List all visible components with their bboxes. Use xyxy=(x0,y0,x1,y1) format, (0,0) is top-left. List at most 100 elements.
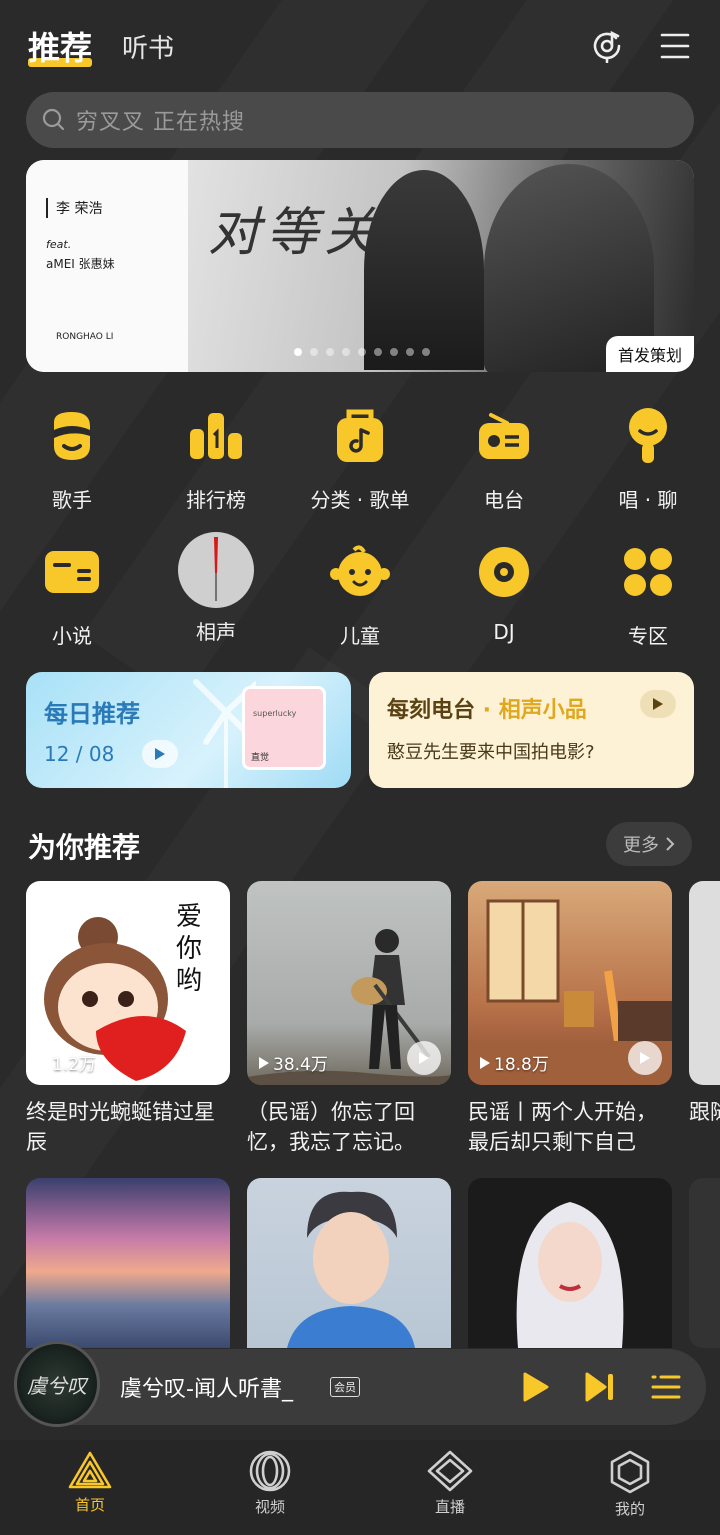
banner-dot[interactable] xyxy=(406,348,414,356)
daily-cover-tag: 直觉 xyxy=(251,753,270,763)
playlist-cover: 爱你哟 1.2万 xyxy=(26,881,230,1085)
grid-label: 电台 xyxy=(484,488,524,512)
grid-item-singer[interactable]: 歌手 xyxy=(0,396,144,532)
playlist-card[interactable]: 跟随了方 xyxy=(689,881,720,1157)
daily-title: 每日推荐 xyxy=(44,700,140,728)
banner-dot[interactable] xyxy=(374,348,382,356)
more-button[interactable]: 更多 xyxy=(606,822,692,866)
nav-label: 首页 xyxy=(74,1496,105,1514)
mic-icon xyxy=(616,404,680,468)
chart-icon xyxy=(184,404,248,468)
banner-dot[interactable] xyxy=(326,348,334,356)
banner-person-female xyxy=(364,170,484,370)
player-track-title: 虞兮叹-闻人听書_ xyxy=(120,1377,293,1402)
zone-icon xyxy=(616,540,680,604)
playlist-card[interactable] xyxy=(247,1178,451,1348)
playlist-card[interactable]: 38.4万 （民谣）你忘了回忆，我忘了忘记。 xyxy=(247,881,451,1157)
banner-dot[interactable] xyxy=(390,348,398,356)
banner-featured-artists: aMEI 张惠妹 xyxy=(46,257,115,271)
daily-date: 12 / 08 xyxy=(44,742,115,766)
mini-player[interactable]: 虞兮叹 虞兮叹-闻人听書_ 会员 xyxy=(14,1341,706,1427)
playlist-icon xyxy=(328,404,392,468)
playlist-button[interactable] xyxy=(646,1367,686,1407)
nav-video[interactable]: 视频 xyxy=(180,1440,360,1535)
player-album-disc: 虞兮叹 xyxy=(14,1341,100,1427)
playlist-cover: 18.8万 xyxy=(468,881,672,1085)
play-button[interactable] xyxy=(628,1041,662,1075)
playlist-cover xyxy=(689,881,720,1085)
playlist-cover-beach xyxy=(26,1178,230,1348)
play-button[interactable] xyxy=(186,1041,220,1075)
playlist-card[interactable] xyxy=(468,1178,672,1348)
banner-dot[interactable] xyxy=(310,348,318,356)
daily-cover: superlucky 直觉 xyxy=(242,686,326,770)
banner-signature: RONGHAO LI xyxy=(56,332,114,342)
grid-item-chart[interactable]: 排行榜 xyxy=(144,396,288,532)
playlist-card[interactable] xyxy=(689,1178,720,1348)
play-icon xyxy=(523,1372,549,1402)
daily-play-button[interactable] xyxy=(142,740,178,768)
play-count-value: 18.8万 xyxy=(494,1055,549,1075)
grid-item-sing-chat[interactable]: 唱 · 聊 xyxy=(576,396,720,532)
tab-recommend[interactable]: 推荐 xyxy=(28,23,93,69)
vip-badge: 会员 xyxy=(330,1377,360,1397)
white-hair-girl-image xyxy=(516,1202,624,1348)
playlist-cover: 38.4万 xyxy=(247,881,451,1085)
music-recognize-icon[interactable] xyxy=(590,29,624,63)
search-bar[interactable]: 穷叉叉 正在热搜 xyxy=(26,92,694,148)
playlist-card[interactable] xyxy=(26,1178,230,1348)
grid-label: 排行榜 xyxy=(186,488,246,512)
nav-label: 视频 xyxy=(254,1498,285,1516)
category-grid: 歌手 排行榜 分类 · 歌单 电台 唱 · 聊 小说 相声 儿童 DJ 专区 xyxy=(0,396,720,668)
banner-dot[interactable] xyxy=(422,348,430,356)
more-label: 更多 xyxy=(623,835,659,856)
banner-dot[interactable] xyxy=(342,348,350,356)
nav-home[interactable]: 首页 xyxy=(0,1440,180,1535)
tab-audiobook[interactable]: 听书 xyxy=(122,28,174,65)
banner-carousel[interactable]: 李 荣浩 feat. aMEI 张惠妹 RONGHAO LI 对等关系 首发策划 xyxy=(26,160,694,372)
banner-dot[interactable] xyxy=(294,348,302,356)
playlist-card[interactable]: 爱你哟 1.2万 终是时光蜿蜒错过星辰 xyxy=(26,881,230,1157)
section-title: 为你推荐 xyxy=(28,831,141,864)
novel-icon xyxy=(40,540,104,604)
play-count: 1.2万 xyxy=(38,1050,96,1075)
video-icon xyxy=(249,1450,291,1492)
grid-item-dj[interactable]: DJ xyxy=(432,532,576,668)
play-count: 38.4万 xyxy=(259,1050,328,1075)
play-count-value: 38.4万 xyxy=(273,1055,328,1075)
radio-play-button[interactable] xyxy=(640,690,676,718)
chevron-right-icon xyxy=(666,837,675,851)
top-header: 推荐 听书 xyxy=(28,18,692,74)
banner-dot[interactable] xyxy=(358,348,366,356)
grid-label: DJ xyxy=(493,620,515,644)
banner-feat: feat. xyxy=(46,238,72,251)
play-count-icon xyxy=(480,1056,490,1069)
play-button[interactable] xyxy=(407,1041,441,1075)
search-placeholder: 穷叉叉 正在热搜 xyxy=(76,110,245,135)
singer-icon xyxy=(40,404,104,468)
radio-title-main: 每刻电台 xyxy=(387,698,476,723)
grid-item-zone[interactable]: 专区 xyxy=(576,532,720,668)
banner-pagination xyxy=(294,348,430,356)
grid-item-crosstalk[interactable]: 相声 xyxy=(144,532,288,668)
grid-item-playlist[interactable]: 分类 · 歌单 xyxy=(288,396,432,532)
tab-recommend-label: 推荐 xyxy=(28,29,93,67)
nav-live[interactable]: 直播 xyxy=(360,1440,540,1535)
grid-item-radio[interactable]: 电台 xyxy=(432,396,576,532)
grid-item-novel[interactable]: 小说 xyxy=(0,532,144,668)
banner-artist: 李 荣浩 xyxy=(46,198,188,218)
nav-mine[interactable]: 我的 xyxy=(540,1440,720,1535)
daily-cover-text: superlucky xyxy=(253,709,297,718)
next-button[interactable] xyxy=(580,1367,620,1407)
moment-radio-card[interactable]: 每刻电台 · 相声小品 憨豆先生要来中国拍电影? xyxy=(369,672,694,788)
playlist-name: 终是时光蜿蜒错过星辰 xyxy=(26,1100,215,1154)
play-count-icon xyxy=(259,1056,269,1069)
grid-item-kids[interactable]: 儿童 xyxy=(288,532,432,668)
menu-icon[interactable] xyxy=(658,29,692,63)
play-button[interactable] xyxy=(516,1367,556,1407)
playlist-name: 民谣丨两个人开始，最后却只剩下自己 xyxy=(468,1100,657,1154)
playlist-card[interactable]: 18.8万 民谣丨两个人开始，最后却只剩下自己 xyxy=(468,881,672,1157)
dj-icon xyxy=(472,540,536,604)
daily-recommend-card[interactable]: 每日推荐 12 / 08 superlucky 直觉 xyxy=(26,672,351,788)
play-icon xyxy=(419,1052,429,1064)
